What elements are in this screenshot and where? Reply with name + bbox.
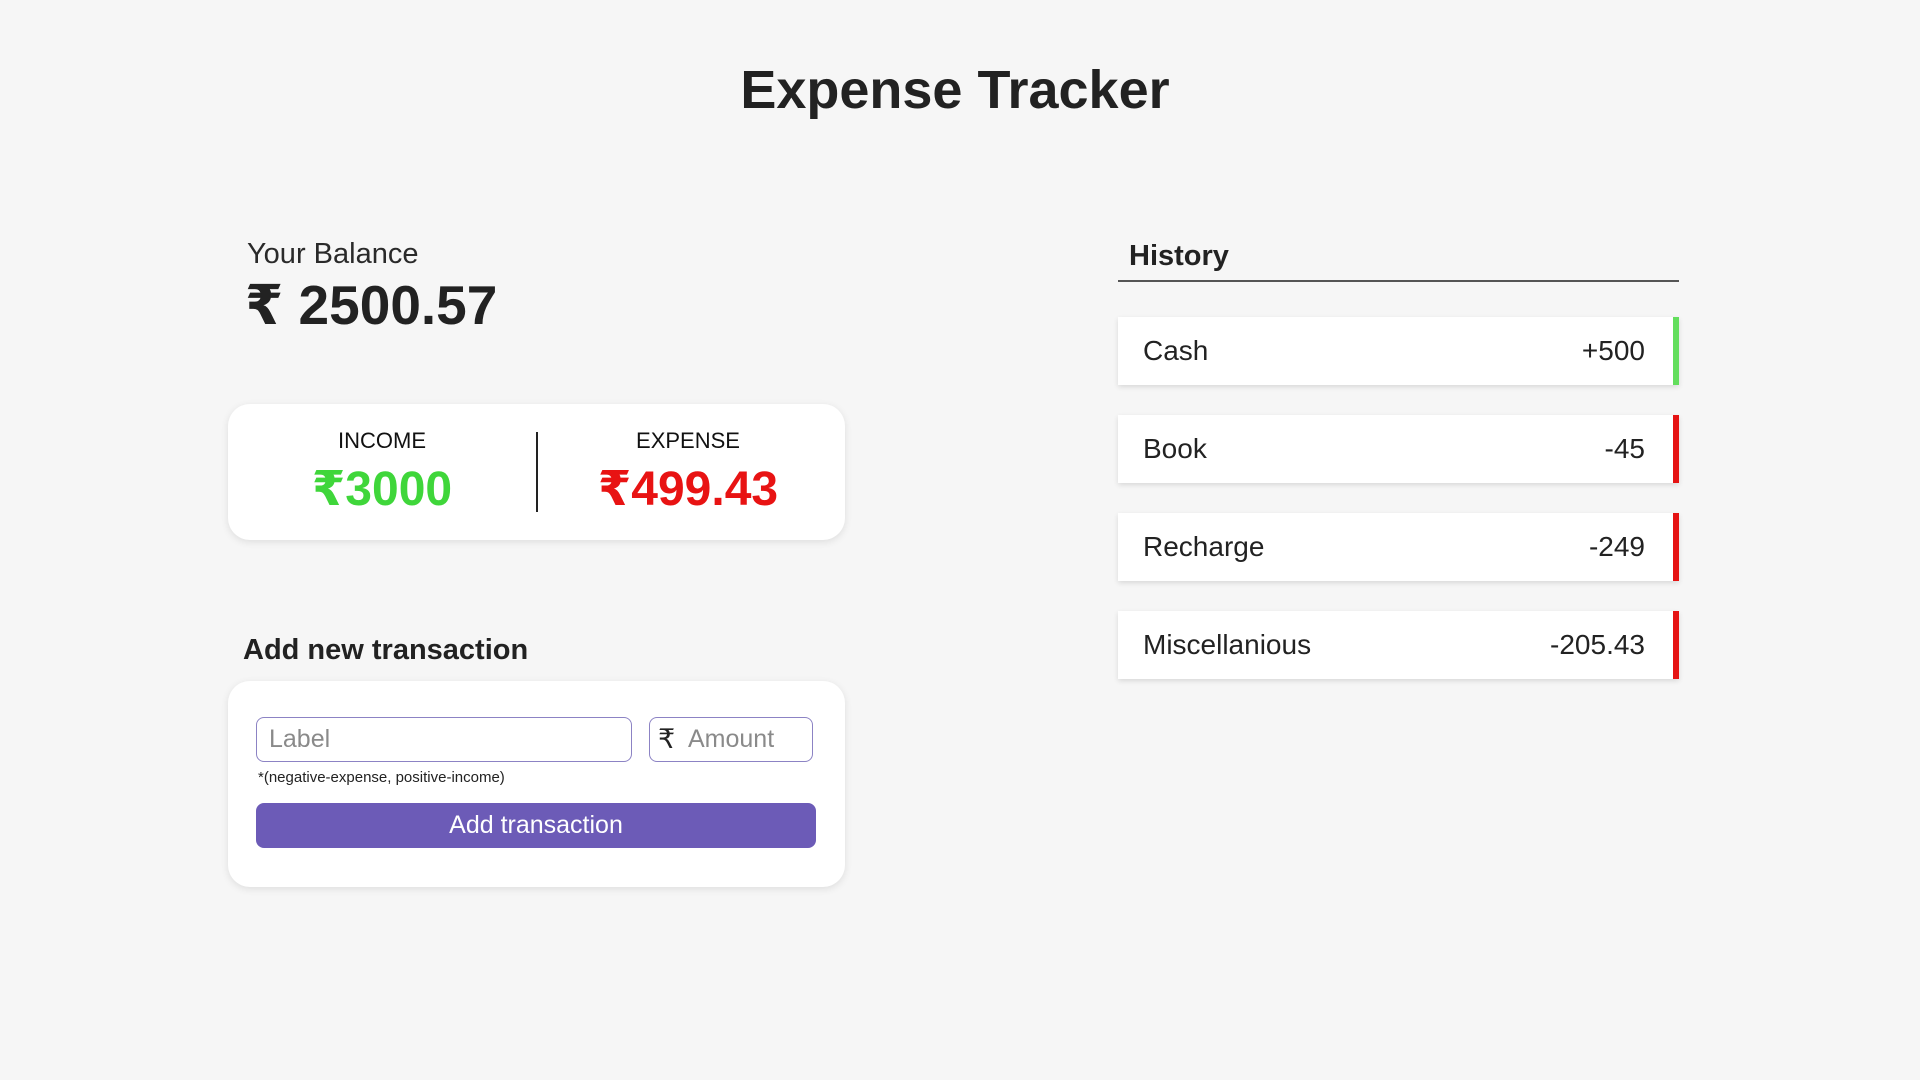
add-transaction-button[interactable]: Add transaction <box>256 803 816 848</box>
history-item[interactable]: Book -45 <box>1118 415 1679 483</box>
add-transaction-heading: Add new transaction <box>243 634 529 666</box>
page-title: Expense Tracker <box>740 60 1170 120</box>
income-expense-card: INCOME ₹3000 EXPENSE ₹499.43 <box>228 404 845 540</box>
rupee-icon: ₹ <box>658 724 676 754</box>
history-item-label: Cash <box>1143 335 1209 366</box>
amount-field[interactable]: ₹ <box>649 717 813 762</box>
expense-value: ₹499.43 <box>597 463 779 516</box>
income-section: INCOME ₹3000 <box>232 424 532 520</box>
expense-section: EXPENSE ₹499.43 <box>538 424 838 520</box>
amount-hint: *(negative-expense, positive-income) <box>258 769 505 786</box>
history-list: Cash +500 Book -45 Recharge -249 Miscell… <box>1118 317 1679 709</box>
history-item-amount: -45 <box>1604 433 1645 464</box>
history-item-amount: -205.43 <box>1550 629 1645 660</box>
add-transaction-form: ₹ *(negative-expense, positive-income) A… <box>228 681 845 887</box>
balance-value: ₹ 2500.57 <box>245 274 498 336</box>
history-heading: History <box>1129 240 1229 272</box>
history-item-amount: +500 <box>1581 335 1645 366</box>
amount-input[interactable] <box>688 720 806 758</box>
expense-label: EXPENSE <box>636 428 740 453</box>
history-divider <box>1118 280 1679 282</box>
history-item[interactable]: Recharge -249 <box>1118 513 1679 581</box>
income-value: ₹3000 <box>311 463 453 516</box>
history-item-label: Book <box>1143 433 1207 464</box>
history-item-amount: -249 <box>1588 531 1645 562</box>
balance-label: Your Balance <box>247 238 419 270</box>
history-item-label: Miscellanious <box>1143 629 1312 660</box>
history-item[interactable]: Cash +500 <box>1118 317 1679 385</box>
income-label: INCOME <box>338 428 426 453</box>
history-item-label: Recharge <box>1143 531 1265 562</box>
label-input[interactable] <box>256 717 632 762</box>
history-item[interactable]: Miscellanious -205.43 <box>1118 611 1679 679</box>
